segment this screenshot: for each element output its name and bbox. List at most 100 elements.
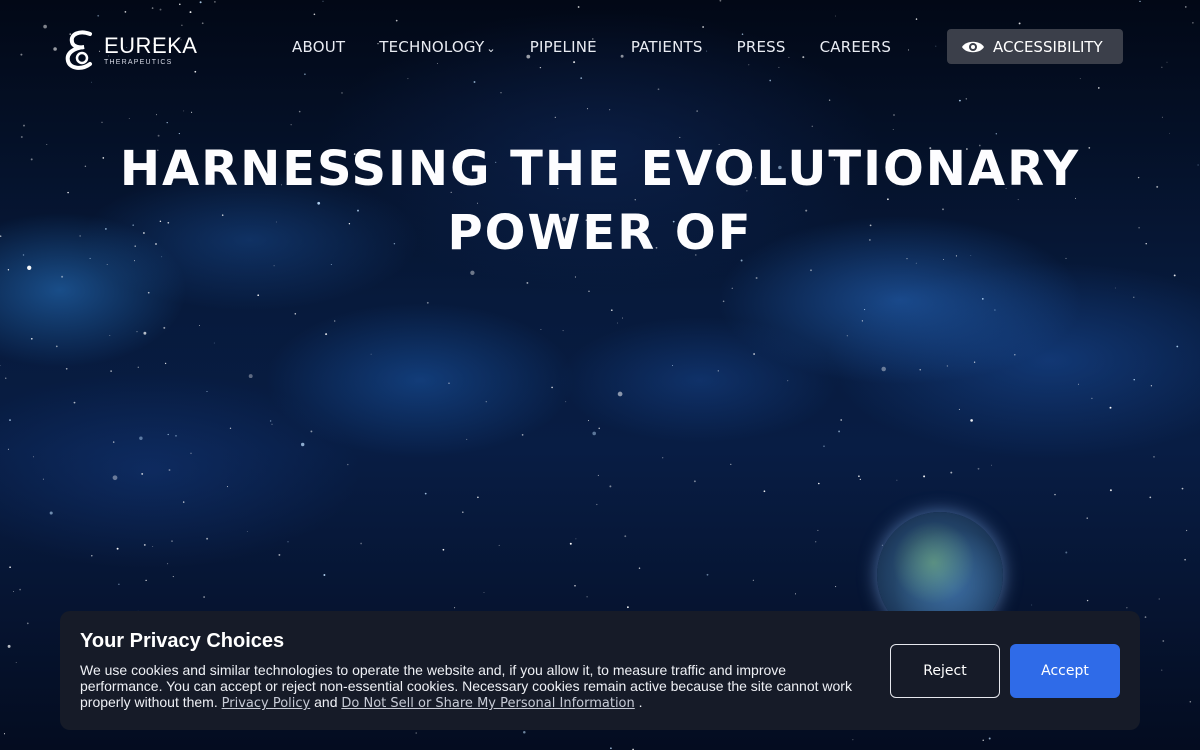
star [189, 11, 192, 14]
star [598, 427, 600, 430]
accessibility-button[interactable]: ACCESSIBILITY [947, 29, 1123, 64]
star [229, 427, 232, 429]
star [206, 537, 209, 540]
star [226, 486, 228, 488]
star [246, 530, 248, 532]
star [815, 541, 817, 543]
star [706, 573, 709, 576]
star [294, 313, 297, 315]
star [19, 588, 21, 591]
star [610, 747, 612, 750]
star [1161, 66, 1163, 68]
star [273, 265, 275, 267]
star [1114, 287, 1116, 289]
star [178, 133, 180, 135]
star [672, 364, 673, 366]
star [840, 419, 843, 421]
star [702, 26, 704, 28]
star [995, 133, 997, 135]
star [717, 370, 719, 372]
star [1086, 517, 1088, 519]
star [112, 441, 115, 443]
star [395, 19, 398, 22]
eye-icon [962, 41, 984, 52]
star [892, 129, 894, 130]
star [577, 6, 580, 8]
nav-item-pipeline[interactable]: PIPELINE [530, 38, 597, 56]
star [977, 467, 980, 470]
star [1176, 345, 1179, 348]
star [1185, 529, 1188, 532]
star [151, 7, 154, 9]
star [722, 300, 725, 303]
eureka-logo-icon [65, 30, 92, 70]
accept-button[interactable]: Accept [1010, 644, 1120, 698]
star [53, 47, 57, 51]
star [116, 547, 119, 550]
star [958, 408, 960, 410]
nav-item-label: PATIENTS [630, 38, 703, 56]
star [191, 111, 193, 113]
star [110, 370, 112, 372]
star [580, 77, 583, 79]
star [748, 64, 750, 66]
star [109, 335, 111, 336]
nav-item-about[interactable]: ABOUT [292, 38, 345, 56]
star [156, 114, 157, 116]
star [919, 369, 921, 371]
star [49, 511, 53, 515]
star [696, 110, 698, 112]
nav-item-technology[interactable]: TECHNOLOGY ⌄ [379, 38, 496, 56]
nav-item-patients[interactable]: PATIENTS [631, 38, 703, 56]
star [168, 469, 171, 471]
star [341, 92, 343, 94]
star [55, 345, 58, 348]
nav-item-label: TECHNOLOGY [379, 38, 485, 56]
star [988, 737, 991, 740]
reject-button[interactable]: Reject [890, 644, 1000, 698]
star [846, 335, 848, 337]
star [15, 662, 17, 663]
star [30, 337, 33, 340]
privacy-banner: Your Privacy Choices We use cookies and … [60, 611, 1140, 730]
star [823, 445, 825, 448]
star [26, 622, 29, 625]
star [946, 365, 949, 367]
star [1153, 456, 1155, 458]
star [574, 585, 576, 587]
star [198, 325, 200, 326]
star [201, 22, 204, 25]
star [1192, 22, 1194, 24]
star [3, 733, 6, 735]
nav-item-careers[interactable]: CAREERS [820, 38, 891, 56]
star [540, 328, 542, 331]
star [313, 13, 316, 16]
star [935, 45, 937, 47]
star [485, 401, 487, 403]
star [526, 281, 529, 284]
nav-item-press[interactable]: PRESS [737, 38, 786, 56]
star [143, 543, 146, 546]
star [167, 563, 169, 565]
accessibility-label: ACCESSIBILITY [993, 37, 1103, 56]
star [795, 593, 796, 595]
privacy-policy-link[interactable]: Privacy Policy [222, 696, 311, 711]
star [787, 380, 789, 382]
star [190, 452, 192, 455]
star [304, 73, 306, 76]
star [20, 136, 23, 138]
star [1173, 274, 1176, 277]
star [498, 544, 500, 546]
star [5, 377, 7, 379]
star [588, 290, 590, 293]
star [627, 606, 629, 609]
brand-logo[interactable]: EUREKA THERAPEUTICS [60, 28, 210, 72]
star [65, 367, 68, 370]
star [171, 540, 173, 542]
star [597, 474, 599, 476]
star [407, 78, 409, 80]
star [13, 590, 15, 592]
star [539, 66, 542, 69]
do-not-sell-link[interactable]: Do Not Sell or Share My Personal Informa… [341, 696, 634, 711]
star [950, 471, 953, 474]
